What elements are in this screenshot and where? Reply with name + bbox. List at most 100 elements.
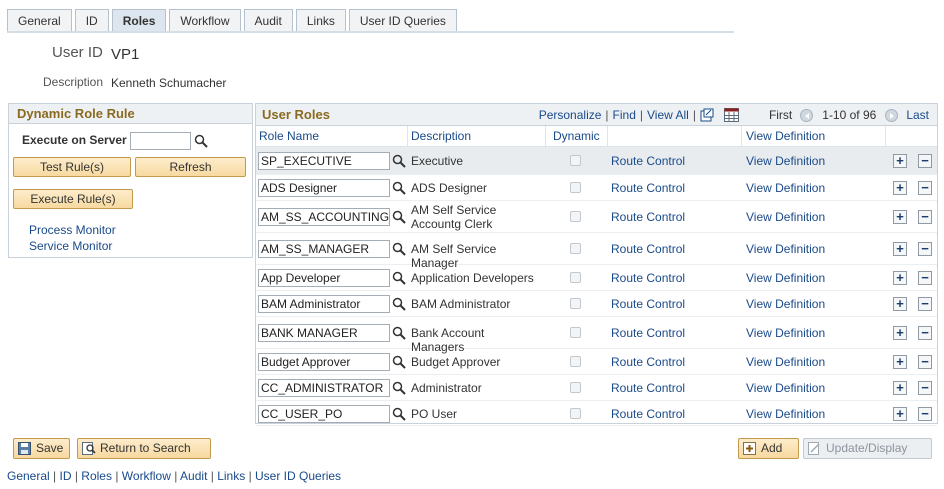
add-row-icon[interactable]: + bbox=[893, 210, 907, 224]
refresh-button[interactable]: Refresh bbox=[135, 157, 246, 177]
search-icon[interactable] bbox=[392, 210, 406, 224]
dynamic-checkbox[interactable] bbox=[570, 408, 581, 419]
add-row-icon[interactable]: + bbox=[893, 326, 907, 340]
save-button[interactable]: Save bbox=[13, 438, 70, 459]
execute-on-server-input[interactable] bbox=[130, 132, 191, 150]
col-description[interactable]: Description bbox=[411, 129, 471, 143]
search-icon[interactable] bbox=[392, 181, 406, 195]
route-control-link[interactable]: Route Control bbox=[611, 242, 685, 256]
role-name-input[interactable]: AM_SS_MANAGER bbox=[258, 240, 390, 258]
download-grid-icon[interactable] bbox=[723, 108, 739, 122]
view-definition-link[interactable]: View Definition bbox=[746, 355, 825, 369]
search-icon[interactable] bbox=[392, 271, 406, 285]
search-icon[interactable] bbox=[392, 297, 406, 311]
delete-row-icon[interactable]: − bbox=[918, 181, 932, 195]
delete-row-icon[interactable]: − bbox=[918, 407, 932, 421]
personalize-link[interactable]: Personalize bbox=[539, 108, 602, 122]
role-name-input[interactable]: ADS Designer bbox=[258, 179, 390, 197]
footer-link-workflow[interactable]: Workflow bbox=[122, 469, 171, 483]
tab-links[interactable]: Links bbox=[295, 9, 346, 32]
last-link[interactable]: Last bbox=[906, 108, 929, 122]
footer-link-audit[interactable]: Audit bbox=[180, 469, 207, 483]
process-monitor-link[interactable]: Process Monitor bbox=[29, 223, 116, 237]
role-name-input[interactable]: BAM Administrator bbox=[258, 295, 390, 313]
add-row-icon[interactable]: + bbox=[893, 407, 907, 421]
search-icon[interactable] bbox=[392, 154, 406, 168]
dynamic-checkbox[interactable] bbox=[570, 382, 581, 393]
footer-link-user-id-queries[interactable]: User ID Queries bbox=[255, 469, 341, 483]
delete-row-icon[interactable]: − bbox=[918, 271, 932, 285]
execute-rules-button[interactable]: Execute Rule(s) bbox=[13, 189, 133, 209]
route-control-link[interactable]: Route Control bbox=[611, 326, 685, 340]
view-definition-link[interactable]: View Definition bbox=[746, 271, 825, 285]
col-role-name[interactable]: Role Name bbox=[259, 129, 319, 143]
view-definition-link[interactable]: View Definition bbox=[746, 381, 825, 395]
col-view-definition[interactable]: View Definition bbox=[746, 129, 825, 143]
tab-audit[interactable]: Audit bbox=[243, 9, 293, 32]
delete-row-icon[interactable]: − bbox=[918, 326, 932, 340]
delete-row-icon[interactable]: − bbox=[918, 381, 932, 395]
first-label[interactable]: First bbox=[769, 108, 792, 122]
route-control-link[interactable]: Route Control bbox=[611, 181, 685, 195]
service-monitor-link[interactable]: Service Monitor bbox=[29, 239, 112, 253]
return-to-search-button[interactable]: Return to Search bbox=[77, 438, 211, 459]
footer-link-links[interactable]: Links bbox=[217, 469, 245, 483]
col-dynamic[interactable]: Dynamic bbox=[553, 129, 600, 143]
tab-user-id-queries[interactable]: User ID Queries bbox=[348, 9, 457, 32]
role-name-input[interactable]: CC_USER_PO bbox=[258, 405, 390, 423]
view-definition-link[interactable]: View Definition bbox=[746, 326, 825, 340]
add-row-icon[interactable]: + bbox=[893, 297, 907, 311]
role-name-input[interactable]: AM_SS_ACCOUNTING_ bbox=[258, 208, 390, 226]
role-name-input[interactable]: SP_EXECUTIVE bbox=[258, 152, 390, 170]
role-name-input[interactable]: BANK MANAGER bbox=[258, 324, 390, 342]
tab-id[interactable]: ID bbox=[74, 9, 109, 32]
delete-row-icon[interactable]: − bbox=[918, 297, 932, 311]
dynamic-checkbox[interactable] bbox=[570, 182, 581, 193]
footer-link-general[interactable]: General bbox=[7, 469, 50, 483]
tab-general[interactable]: General bbox=[7, 9, 72, 32]
previous-page-icon[interactable] bbox=[800, 108, 814, 122]
delete-row-icon[interactable]: − bbox=[918, 355, 932, 369]
role-name-input[interactable]: CC_ADMINISTRATOR bbox=[258, 379, 390, 397]
add-button[interactable]: Add bbox=[738, 438, 799, 459]
delete-row-icon[interactable]: − bbox=[918, 154, 932, 168]
search-icon[interactable] bbox=[392, 381, 406, 395]
add-row-icon[interactable]: + bbox=[893, 355, 907, 369]
route-control-link[interactable]: Route Control bbox=[611, 271, 685, 285]
dynamic-checkbox[interactable] bbox=[570, 327, 581, 338]
route-control-link[interactable]: Route Control bbox=[611, 381, 685, 395]
tab-roles[interactable]: Roles bbox=[111, 9, 167, 32]
add-row-icon[interactable]: + bbox=[893, 181, 907, 195]
dynamic-checkbox[interactable] bbox=[570, 298, 581, 309]
dynamic-checkbox[interactable] bbox=[570, 155, 581, 166]
role-name-input[interactable]: App Developer bbox=[258, 269, 390, 287]
test-rules-button[interactable]: Test Rule(s) bbox=[13, 157, 131, 177]
role-name-input[interactable]: Budget Approver bbox=[258, 353, 390, 371]
dynamic-checkbox[interactable] bbox=[570, 243, 581, 254]
dynamic-checkbox[interactable] bbox=[570, 272, 581, 283]
footer-link-id[interactable]: ID bbox=[60, 469, 72, 483]
route-control-link[interactable]: Route Control bbox=[611, 154, 685, 168]
next-page-icon[interactable] bbox=[885, 108, 899, 122]
find-link[interactable]: Find bbox=[613, 108, 636, 122]
update-display-button[interactable]: Update/Display bbox=[803, 438, 932, 459]
new-window-icon[interactable] bbox=[700, 108, 714, 122]
view-definition-link[interactable]: View Definition bbox=[746, 181, 825, 195]
search-icon[interactable] bbox=[392, 355, 406, 369]
route-control-link[interactable]: Route Control bbox=[611, 210, 685, 224]
add-row-icon[interactable]: + bbox=[893, 154, 907, 168]
view-all-link[interactable]: View All bbox=[647, 108, 689, 122]
footer-link-roles[interactable]: Roles bbox=[81, 469, 112, 483]
tab-workflow[interactable]: Workflow bbox=[169, 9, 241, 32]
search-icon[interactable] bbox=[392, 407, 406, 421]
search-icon[interactable] bbox=[194, 134, 208, 148]
add-row-icon[interactable]: + bbox=[893, 242, 907, 256]
dynamic-checkbox[interactable] bbox=[570, 356, 581, 367]
view-definition-link[interactable]: View Definition bbox=[746, 210, 825, 224]
add-row-icon[interactable]: + bbox=[893, 271, 907, 285]
route-control-link[interactable]: Route Control bbox=[611, 355, 685, 369]
route-control-link[interactable]: Route Control bbox=[611, 297, 685, 311]
search-icon[interactable] bbox=[392, 326, 406, 340]
view-definition-link[interactable]: View Definition bbox=[746, 297, 825, 311]
route-control-link[interactable]: Route Control bbox=[611, 407, 685, 421]
